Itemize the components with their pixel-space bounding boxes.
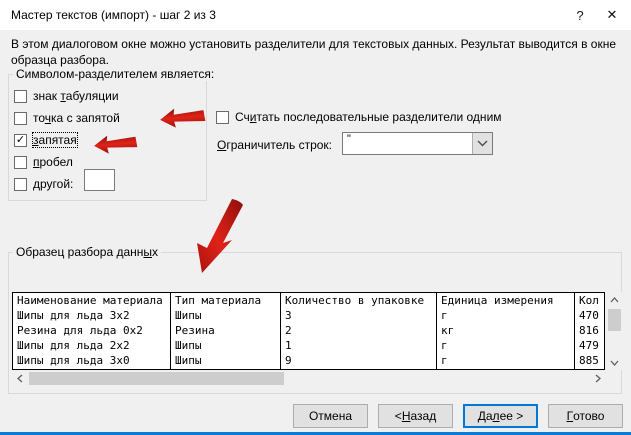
- scroll-up-icon[interactable]: [607, 292, 622, 307]
- table-cell: 9: [281, 353, 436, 368]
- cancel-button[interactable]: Отмена: [293, 404, 368, 428]
- checkbox-row-consecutive[interactable]: Считать последовательные разделители одн…: [216, 110, 502, 124]
- preview-horizontal-scrollbar[interactable]: [12, 371, 605, 386]
- table-cell: кг: [437, 323, 574, 338]
- tab-checkbox[interactable]: [14, 90, 27, 103]
- horizontal-scroll-thumb[interactable]: [29, 372, 284, 385]
- chevron-down-icon: [477, 140, 488, 147]
- other-checkbox-label: другой:: [33, 177, 73, 191]
- text-qualifier-combobox[interactable]: ": [342, 132, 493, 155]
- dialog-description: В этом диалоговом окне можно установить …: [11, 36, 617, 68]
- table-cell: г: [437, 353, 574, 368]
- next-button[interactable]: Далее >: [463, 404, 538, 428]
- titlebar: Мастер текстов (импорт) - шаг 2 из 3 ? ✕: [0, 0, 631, 30]
- table-cell: Шипы: [171, 353, 280, 368]
- table-cell: Шипы для льда 2x2: [13, 338, 170, 353]
- column-header: Количество в упаковке: [281, 293, 436, 308]
- consecutive-checkbox[interactable]: [216, 111, 229, 124]
- other-delimiter-input[interactable]: [84, 169, 115, 191]
- table-cell: Шипы для льда 3x0: [13, 353, 170, 368]
- vertical-scroll-thumb[interactable]: [608, 309, 621, 331]
- table-cell: 470: [575, 308, 604, 323]
- table-cell: 1: [281, 338, 436, 353]
- table-column-truncated: Кол 470 816 479 885: [575, 293, 604, 369]
- column-header: Кол: [575, 293, 604, 308]
- scroll-left-icon[interactable]: [12, 371, 27, 386]
- space-checkbox-label: пробел: [33, 155, 73, 169]
- preview-group-title: Образец разбора данных: [13, 245, 161, 259]
- tab-checkbox-label: знак табуляции: [33, 89, 119, 103]
- table-cell: 2: [281, 323, 436, 338]
- table-cell: Шипы для льда 3x2: [13, 308, 170, 323]
- preview-vertical-scrollbar[interactable]: [606, 292, 623, 370]
- table-cell: 816: [575, 323, 604, 338]
- semicolon-checkbox-label: точка с запятой: [33, 111, 120, 125]
- text-qualifier-value: ": [343, 133, 472, 154]
- semicolon-checkbox[interactable]: [14, 112, 27, 125]
- table-column-qty-per-pack: Количество в упаковке 3 2 1 9: [281, 293, 437, 369]
- table-cell: 885: [575, 353, 604, 368]
- table-cell: Шипы: [171, 308, 280, 323]
- table-column-name: Наименование материала Шипы для льда 3x2…: [13, 293, 171, 369]
- column-header: Единица измерения: [437, 293, 574, 308]
- column-header: Наименование материала: [13, 293, 170, 308]
- table-cell: 479: [575, 338, 604, 353]
- delimiters-group-title: Символом-разделителем является:: [13, 67, 217, 81]
- comma-checkbox-label: запятая: [33, 133, 77, 147]
- checkbox-row-comma[interactable]: ✓ запятая: [14, 133, 77, 147]
- combobox-dropdown-button[interactable]: [472, 133, 492, 154]
- finish-button[interactable]: Готово: [548, 404, 623, 428]
- checkbox-row-other[interactable]: другой:: [14, 177, 73, 191]
- data-preview-table: Наименование материала Шипы для льда 3x2…: [12, 292, 605, 370]
- wizard-buttons: Отмена < Назад Далее > Готово: [293, 404, 623, 428]
- table-cell: г: [437, 308, 574, 323]
- text-qualifier-label: Ограничитель строк:: [217, 138, 332, 152]
- comma-checkbox[interactable]: ✓: [14, 134, 27, 147]
- checkbox-row-tab[interactable]: знак табуляции: [14, 89, 119, 103]
- table-cell: 3: [281, 308, 436, 323]
- scroll-down-icon[interactable]: [607, 355, 622, 370]
- import-wizard-dialog: Мастер текстов (импорт) - шаг 2 из 3 ? ✕…: [0, 0, 631, 435]
- help-icon[interactable]: ?: [563, 0, 597, 30]
- column-header: Тип материала: [171, 293, 280, 308]
- window-title: Мастер текстов (импорт) - шаг 2 из 3: [11, 8, 216, 22]
- back-button[interactable]: < Назад: [378, 404, 453, 428]
- table-cell: Резина для льда 0x2: [13, 323, 170, 338]
- table-column-type: Тип материала Шипы Резина Шипы Шипы: [171, 293, 281, 369]
- close-icon[interactable]: ✕: [595, 0, 629, 30]
- checkbox-row-space[interactable]: пробел: [14, 155, 73, 169]
- table-cell: Шипы: [171, 338, 280, 353]
- table-cell: Резина: [171, 323, 280, 338]
- scroll-right-icon[interactable]: [590, 371, 605, 386]
- table-cell: г: [437, 338, 574, 353]
- consecutive-checkbox-label: Считать последовательные разделители одн…: [235, 110, 502, 124]
- checkbox-row-semicolon[interactable]: точка с запятой: [14, 111, 120, 125]
- table-column-unit: Единица измерения г кг г г: [437, 293, 575, 369]
- space-checkbox[interactable]: [14, 156, 27, 169]
- other-checkbox[interactable]: [14, 178, 27, 191]
